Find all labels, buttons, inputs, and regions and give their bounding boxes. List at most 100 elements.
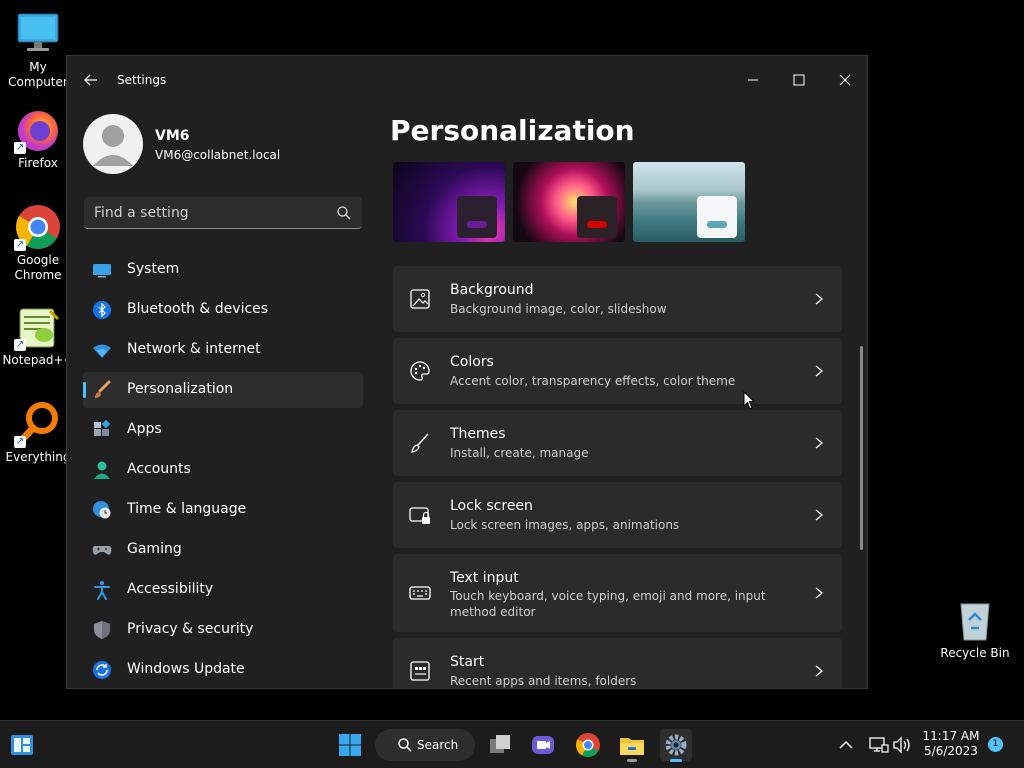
card-title: Themes [450, 426, 506, 442]
chevron-right-icon [815, 293, 824, 305]
clock[interactable]: 11:17 AM 5/6/2023 [920, 729, 982, 759]
sidebar-item-personalization[interactable]: Personalization [83, 372, 363, 408]
image-icon [410, 289, 430, 309]
search-icon [337, 206, 351, 220]
desktop-icon-label: Firefox [18, 156, 58, 170]
windows-logo-icon [339, 734, 361, 756]
update-icon [93, 661, 111, 679]
theme-thumbnail-flower[interactable] [513, 162, 625, 242]
desktop-icon-label: Google Chrome [14, 253, 62, 282]
content-scrollbar[interactable] [860, 346, 863, 550]
card-start[interactable]: Start Recent apps and items, folders [393, 638, 842, 688]
sidebar-item-label: Network & internet [127, 341, 261, 357]
clock-date: 5/6/2023 [924, 744, 978, 758]
desktop-icon-label: My Computer [8, 60, 68, 89]
sidebar-item-system[interactable]: System [83, 252, 363, 288]
desktop-icon-recycle-bin[interactable]: Recycle Bin [937, 596, 1013, 661]
chrome-icon: ↗ [14, 203, 62, 251]
maximize-button[interactable] [779, 64, 819, 96]
window-title: Settings [117, 73, 167, 87]
globe-clock-icon [93, 501, 111, 519]
settings-taskbar-button[interactable] [660, 729, 692, 762]
speaker-icon [893, 736, 910, 754]
sidebar-item-time-language[interactable]: Time & language [83, 492, 363, 528]
chrome-taskbar-button[interactable] [572, 729, 604, 761]
task-view-icon [490, 735, 510, 753]
monitor-icon [93, 264, 111, 278]
sidebar-item-network[interactable]: Network & internet [83, 332, 363, 368]
palette-icon [410, 361, 430, 381]
theme-color-chip [577, 196, 617, 238]
bluetooth-icon [93, 301, 111, 319]
desktop-icon-notepadpp[interactable]: ↗ Notepad++ [0, 303, 76, 368]
widgets-button[interactable] [6, 729, 38, 761]
clock-time: 11:17 AM [922, 729, 980, 743]
file-explorer-button[interactable] [616, 729, 648, 762]
desktop-icon-label: Everything [5, 450, 71, 464]
theme-accent-bar [587, 221, 607, 228]
shortcut-arrow-icon: ↗ [14, 239, 26, 251]
chevron-right-icon [815, 509, 824, 521]
card-background[interactable]: Background Background image, color, slid… [393, 266, 842, 332]
user-name: VM6 [155, 128, 190, 144]
brush-icon [411, 433, 429, 453]
desktop-icon-chrome[interactable]: ↗ Google Chrome [0, 203, 76, 283]
sidebar-item-label: Windows Update [127, 661, 245, 677]
teams-chat-button[interactable] [527, 729, 559, 761]
sidebar-item-label: Privacy & security [127, 621, 254, 637]
minimize-button[interactable] [733, 64, 773, 96]
accessibility-icon [94, 581, 110, 600]
notification-badge[interactable]: 1 [988, 737, 1003, 752]
taskbar-search-button[interactable]: Search [375, 729, 475, 761]
sidebar-item-label: Accounts [127, 461, 191, 477]
back-button[interactable] [81, 70, 101, 90]
sidebar-item-bluetooth[interactable]: Bluetooth & devices [83, 292, 363, 328]
gamepad-icon [92, 546, 112, 555]
start-icon [410, 661, 430, 681]
task-view-button[interactable] [484, 729, 516, 761]
chrome-icon [575, 733, 600, 758]
card-title: Text input [450, 570, 519, 586]
sidebar-item-apps[interactable]: Apps [83, 412, 363, 448]
shortcut-arrow-icon: ↗ [14, 436, 26, 448]
desktop-icon-label: Notepad++ [2, 353, 74, 367]
desktop-icon-label: Recycle Bin [940, 646, 1010, 660]
minimize-icon [748, 79, 758, 81]
card-text-input[interactable]: Text input Touch keyboard, voice typing,… [393, 554, 842, 632]
sidebar-item-accounts[interactable]: Accounts [83, 452, 363, 488]
user-email: VM6@collabnet.local [155, 148, 281, 162]
mouse-cursor-icon [743, 391, 755, 410]
settings-window: Settings VM6 VM6@collabnet.local Find a … [66, 55, 868, 689]
desktop-icon-firefox[interactable]: ↗ Firefox [0, 106, 76, 171]
theme-color-chip [697, 196, 737, 238]
search-placeholder: Find a setting [94, 205, 189, 221]
card-themes[interactable]: Themes Install, create, manage [393, 410, 842, 476]
arrow-left-icon [84, 74, 97, 86]
apps-icon [94, 420, 111, 436]
chevron-right-icon [815, 665, 824, 677]
shield-icon [94, 621, 110, 639]
card-colors[interactable]: Colors Accent color, transparency effect… [393, 338, 842, 404]
chevron-right-icon [815, 587, 824, 599]
close-button[interactable] [825, 64, 865, 96]
card-lock-screen[interactable]: Lock screen Lock screen images, apps, an… [393, 482, 842, 548]
theme-thumbnail-purple[interactable] [393, 162, 505, 242]
volume-button[interactable] [886, 729, 918, 761]
desktop-icon-my-computer[interactable]: My Computer [0, 10, 76, 90]
title-bar[interactable]: Settings [67, 56, 867, 104]
sidebar-item-gaming[interactable]: Gaming [83, 532, 363, 568]
search-input[interactable]: Find a setting [84, 197, 362, 229]
sidebar-item-accessibility[interactable]: Accessibility [83, 572, 363, 608]
theme-thumbnail-lake[interactable] [633, 162, 745, 242]
sidebar-item-windows-update[interactable]: Windows Update [83, 652, 363, 688]
monitor-icon [14, 10, 62, 58]
desktop-icon-everything[interactable]: ↗ Everything [0, 400, 76, 465]
user-profile[interactable]: VM6 VM6@collabnet.local [83, 114, 373, 174]
sidebar-item-privacy[interactable]: Privacy & security [83, 612, 363, 648]
card-title: Start [450, 654, 485, 670]
chevron-right-icon [815, 365, 824, 377]
keyboard-icon [409, 586, 431, 600]
start-button[interactable] [334, 729, 366, 761]
paintbrush-icon [95, 380, 111, 398]
show-hidden-icons-button[interactable] [830, 729, 862, 761]
